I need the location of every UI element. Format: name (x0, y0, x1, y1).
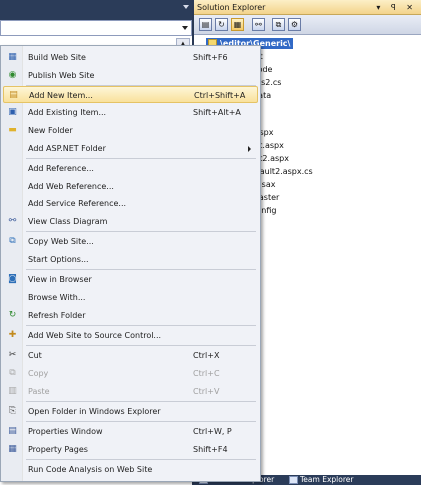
menu-item-shortcut: Shift+Alt+A (193, 108, 241, 117)
menu-separator (26, 421, 256, 422)
menu-item-label: View in Browser (28, 275, 92, 284)
tab-team-explorer-label: Team Explorer (300, 475, 354, 484)
publish-icon: ◉ (8, 70, 17, 80)
tab-dropdown-icon[interactable] (183, 5, 189, 9)
menu-item-run-code-analysis[interactable]: Run Code Analysis on Web Site (3, 461, 258, 478)
context-menu: ▦ Build Web Site Shift+F6 ◉ Publish Web … (0, 45, 261, 482)
menu-item-label: Start Options... (28, 255, 89, 264)
copy-web-site-icon: ⧉ (9, 236, 16, 246)
menu-item-refresh-folder[interactable]: ↻ Refresh Folder (3, 307, 258, 324)
build-icon: ▦ (8, 52, 17, 62)
asp-config-icon[interactable]: ⚙ (288, 18, 301, 31)
solution-explorer-toolbar: ▤ ↻ ▦ ⚯ ⧉ ⚙ (194, 15, 421, 35)
menu-item-property-pages[interactable]: ▦ Property Pages Shift+F4 (3, 441, 258, 458)
menu-item-label: View Class Diagram (28, 217, 108, 226)
class-diagram-toolbar-icon[interactable]: ⚯ (252, 18, 265, 31)
panel-title-bar: Solution Explorer ▾ ꟼ ✕ (194, 0, 421, 15)
submenu-arrow-icon (248, 146, 251, 152)
menu-item-add-aspnet-folder[interactable]: Add ASP.NET Folder (3, 140, 258, 157)
folder-icon: ▬ (8, 125, 17, 135)
menu-item-label: New Folder (28, 126, 73, 135)
refresh-toolbar-icon[interactable]: ↻ (215, 18, 228, 31)
menu-separator (26, 345, 256, 346)
navigation-combo[interactable] (0, 20, 192, 36)
menu-item-shortcut: Shift+F4 (193, 445, 228, 454)
menu-item-label: Paste (28, 387, 50, 396)
team-explorer-tab-icon (289, 476, 298, 484)
menu-item-cut[interactable]: ✂ Cut Ctrl+X (3, 347, 258, 364)
menu-item-add-web-reference[interactable]: Add Web Reference... (3, 178, 258, 195)
menu-item-label: Add Service Reference... (28, 199, 127, 208)
add-new-item-icon: ▤ (9, 90, 18, 100)
menu-item-start-options[interactable]: Start Options... (3, 251, 258, 268)
browser-icon: ◙ (8, 274, 17, 284)
menu-item-shortcut: Ctrl+W, P (193, 427, 232, 436)
properties-icon: ▤ (8, 426, 17, 436)
add-existing-item-icon: ▣ (8, 107, 17, 117)
menu-item-shortcut: Shift+F6 (193, 53, 228, 62)
menu-item-label: Add ASP.NET Folder (28, 144, 106, 153)
menu-separator (26, 459, 256, 460)
editor-tab-strip (0, 0, 192, 18)
menu-item-build-web-site[interactable]: ▦ Build Web Site Shift+F6 (3, 49, 258, 66)
menu-item-label: Refresh Folder (28, 311, 86, 320)
panel-title: Solution Explorer (197, 3, 266, 12)
menu-item-add-to-source-control[interactable]: ✚ Add Web Site to Source Control... (3, 327, 258, 344)
menu-item-add-reference[interactable]: Add Reference... (3, 160, 258, 177)
menu-item-copy[interactable]: ⧉ Copy Ctrl+C (3, 365, 258, 382)
menu-item-label: Browse With... (28, 293, 86, 302)
menu-item-label: Cut (28, 351, 42, 360)
tab-team-explorer[interactable]: Team Explorer (288, 475, 353, 485)
class-diagram-icon: ⚯ (8, 216, 17, 226)
refresh-icon: ↻ (8, 310, 17, 320)
menu-item-add-existing-item[interactable]: ▣ Add Existing Item... Shift+Alt+A (3, 104, 258, 121)
menu-separator (26, 325, 256, 326)
menu-item-copy-web-site[interactable]: ⧉ Copy Web Site... (3, 233, 258, 250)
menu-item-label: Publish Web Site (28, 71, 95, 80)
tree-item[interactable]: efault2.aspx.cs (252, 167, 313, 176)
scissors-icon: ✂ (8, 350, 17, 360)
menu-item-view-class-diagram[interactable]: ⚯ View Class Diagram (3, 213, 258, 230)
open-folder-icon: ⎘ (8, 406, 17, 416)
menu-item-browse-with[interactable]: Browse With... (3, 289, 258, 306)
menu-item-shortcut: Ctrl+X (193, 351, 220, 360)
menu-item-add-service-reference[interactable]: Add Service Reference... (3, 195, 258, 212)
paste-icon: ▥ (8, 386, 17, 396)
menu-item-shortcut: Ctrl+V (193, 387, 220, 396)
copy-icon: ⧉ (9, 368, 16, 378)
show-all-files-icon[interactable]: ▦ (231, 18, 244, 31)
menu-item-label: Add Web Site to Source Control... (28, 331, 162, 340)
panel-title-buttons[interactable]: ▾ ꟼ ✕ (376, 0, 417, 15)
chevron-down-icon[interactable] (182, 26, 188, 30)
menu-item-label: Add New Item... (29, 91, 93, 100)
menu-item-label: Build Web Site (28, 53, 86, 62)
menu-item-open-in-explorer[interactable]: ⎘ Open Folder in Windows Explorer (3, 403, 258, 420)
menu-item-shortcut: Ctrl+C (193, 369, 220, 378)
menu-item-label: Add Web Reference... (28, 182, 114, 191)
menu-item-label: Copy Web Site... (28, 237, 94, 246)
menu-item-shortcut: Ctrl+Shift+A (194, 91, 246, 100)
menu-separator (26, 269, 256, 270)
menu-separator (26, 401, 256, 402)
menu-item-paste[interactable]: ▥ Paste Ctrl+V (3, 383, 258, 400)
menu-item-properties-window[interactable]: ▤ Properties Window Ctrl+W, P (3, 423, 258, 440)
properties-toolbar-icon[interactable]: ▤ (199, 18, 212, 31)
menu-item-label: Run Code Analysis on Web Site (28, 465, 153, 474)
menu-item-new-folder[interactable]: ▬ New Folder (3, 122, 258, 139)
menu-item-label: Open Folder in Windows Explorer (28, 407, 161, 416)
copy-web-site-toolbar-icon[interactable]: ⧉ (272, 18, 285, 31)
menu-item-add-new-item[interactable]: ▤ Add New Item... Ctrl+Shift+A (3, 86, 258, 103)
menu-separator (26, 231, 256, 232)
menu-item-label: Add Reference... (28, 164, 94, 173)
menu-separator (26, 158, 256, 159)
property-pages-icon: ▦ (8, 444, 17, 454)
source-control-icon: ✚ (8, 330, 17, 340)
menu-item-label: Property Pages (28, 445, 88, 454)
menu-item-label: Copy (28, 369, 49, 378)
menu-item-label: Properties Window (28, 427, 103, 436)
menu-item-label: Add Existing Item... (28, 108, 107, 117)
menu-item-view-in-browser[interactable]: ◙ View in Browser (3, 271, 258, 288)
menu-item-publish-web-site[interactable]: ◉ Publish Web Site (3, 67, 258, 84)
